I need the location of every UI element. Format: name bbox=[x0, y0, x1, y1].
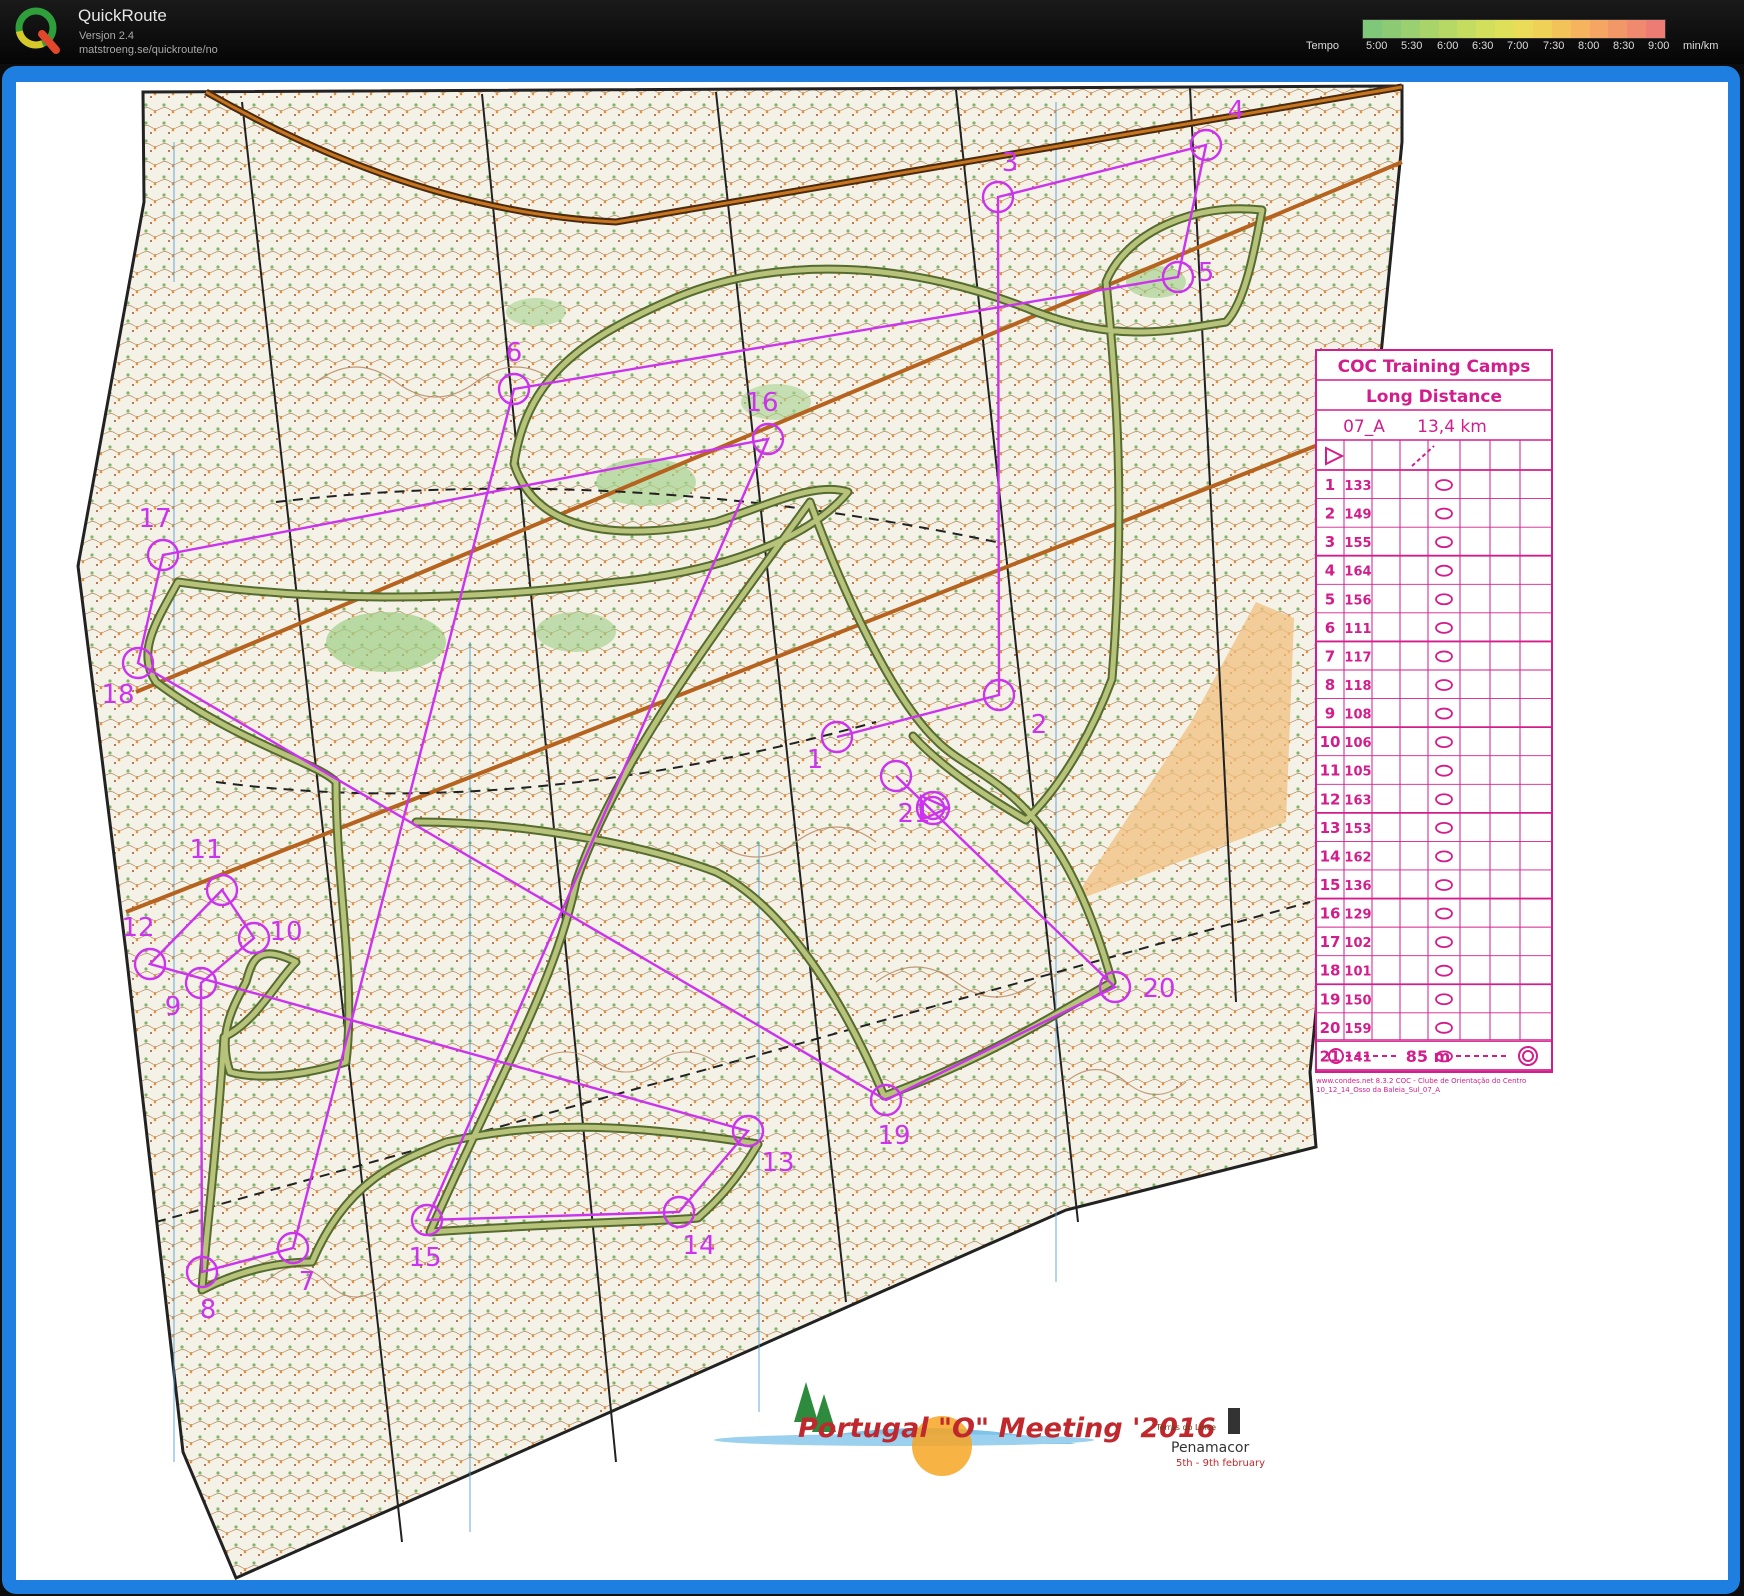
sheet-row-number: 10 bbox=[1320, 733, 1341, 751]
sheet-row-number: 20 bbox=[1320, 1019, 1341, 1037]
control-number: 13 bbox=[761, 1148, 794, 1178]
sheet-row-code: 105 bbox=[1344, 765, 1371, 780]
sheet-row-number: 14 bbox=[1320, 847, 1341, 865]
sheet-row-number: 17 bbox=[1320, 933, 1341, 951]
sheet-row-code: 162 bbox=[1344, 850, 1371, 865]
tempo-label: Tempo bbox=[1306, 40, 1340, 52]
sheet-row-code: 163 bbox=[1344, 793, 1371, 808]
control-number: 17 bbox=[138, 504, 171, 534]
tower-icon bbox=[1228, 1408, 1240, 1434]
tempo-color-scale bbox=[1362, 19, 1666, 39]
title-bar: QuickRoute Versjon 2.4 matstroeng.se/qui… bbox=[0, 0, 1744, 64]
tempo-tick: 6:00 bbox=[1437, 40, 1459, 52]
app-url: matstroeng.se/quickroute/no bbox=[79, 44, 218, 56]
sheet-row-code: 159 bbox=[1344, 1022, 1371, 1037]
sheet-subtitle: Long Distance bbox=[1366, 387, 1502, 407]
sheet-row-code: 111 bbox=[1344, 622, 1371, 637]
event-dates: 5th - 9th february bbox=[1176, 1458, 1265, 1469]
sheet-row-number: 11 bbox=[1320, 762, 1341, 780]
tempo-tick: 5:30 bbox=[1401, 40, 1423, 52]
control-number: 11 bbox=[189, 835, 222, 865]
sheet-row-code: 155 bbox=[1344, 536, 1371, 551]
tempo-tick: 6:30 bbox=[1472, 40, 1494, 52]
control-number: 8 bbox=[200, 1295, 217, 1325]
control-number: 19 bbox=[877, 1121, 910, 1151]
event-logo: Portugal "O" Meeting '2016 Terras do Lin… bbox=[714, 1382, 1265, 1476]
sheet-row-number: 3 bbox=[1325, 533, 1335, 551]
control-number: 21 bbox=[897, 799, 930, 829]
sheet-row-number: 16 bbox=[1320, 905, 1341, 923]
tempo-tick: 9:00 bbox=[1648, 40, 1670, 52]
control-number: 16 bbox=[745, 388, 778, 418]
sheet-row-code: 141 bbox=[1344, 1050, 1371, 1065]
control-number: 6 bbox=[506, 338, 523, 368]
sheet-row-number: 19 bbox=[1320, 990, 1341, 1008]
sheet-row-number: 4 bbox=[1325, 562, 1335, 580]
sheet-row-code: 118 bbox=[1344, 679, 1371, 694]
sheet-title: COC Training Camps bbox=[1338, 357, 1531, 377]
app-title: QuickRoute bbox=[78, 6, 167, 25]
control-number: 2 bbox=[1031, 710, 1048, 740]
sheet-row-code: 149 bbox=[1344, 508, 1371, 523]
control-number: 14 bbox=[682, 1231, 715, 1261]
control-number: 10 bbox=[269, 917, 302, 947]
sheet-row-number: 13 bbox=[1320, 819, 1341, 837]
sheet-row-number: 2 bbox=[1325, 505, 1335, 523]
sheet-row-number: 9 bbox=[1325, 705, 1335, 723]
sheet-row-code: 133 bbox=[1344, 479, 1371, 494]
sheet-row-code: 117 bbox=[1344, 650, 1371, 665]
control-number: 9 bbox=[165, 992, 182, 1022]
tempo-unit: min/km bbox=[1683, 40, 1719, 52]
map-canvas[interactable]: 1 2 3 4 5 6 7 8 9 10 11 12 13 14 15 16 17 18 19 20 21 COC Tr… bbox=[16, 82, 1728, 1580]
orienteering-map[interactable]: 123456789101112131415161718192021 COC Tr… bbox=[16, 82, 1728, 1580]
sheet-row-code: 106 bbox=[1344, 736, 1371, 751]
sheet-row-code: 101 bbox=[1344, 965, 1371, 980]
control-number: 4 bbox=[1228, 96, 1245, 126]
sheet-footer-line2: 10_12_14_Osso da Baleia_Sul_07_A bbox=[1316, 1086, 1440, 1094]
map-terrain bbox=[76, 83, 1404, 1580]
sheet-row-code: 156 bbox=[1344, 593, 1371, 608]
sheet-row-code: 150 bbox=[1344, 993, 1371, 1008]
event-title: Portugal "O" Meeting '2016 bbox=[798, 1413, 1216, 1444]
tempo-tick: 8:30 bbox=[1613, 40, 1635, 52]
sheet-length: 13,4 km bbox=[1417, 417, 1487, 437]
quickroute-logo-icon bbox=[15, 7, 60, 54]
control-description-sheet: COC Training Camps Long Distance 07_A 13… bbox=[1315, 349, 1553, 1094]
event-badge: Terras do Lince bbox=[1155, 1423, 1216, 1432]
control-number: 3 bbox=[1002, 148, 1019, 178]
sheet-row-number: 15 bbox=[1320, 876, 1341, 894]
sheet-course: 07_A bbox=[1343, 417, 1385, 437]
sheet-row-code: 153 bbox=[1344, 822, 1371, 837]
tempo-tick: 7:30 bbox=[1543, 40, 1565, 52]
sheet-row-number: 1 bbox=[1325, 476, 1335, 494]
sheet-row-number: 5 bbox=[1325, 590, 1335, 608]
event-town: Penamacor bbox=[1171, 1440, 1249, 1456]
control-number: 5 bbox=[1198, 258, 1215, 288]
tempo-tick: 8:00 bbox=[1578, 40, 1600, 52]
sheet-row-number: 7 bbox=[1325, 647, 1335, 665]
sheet-row-code: 102 bbox=[1344, 936, 1371, 951]
sheet-row-number: 8 bbox=[1325, 676, 1335, 694]
control-number: 20 bbox=[1142, 974, 1175, 1004]
control-number: 18 bbox=[101, 680, 134, 710]
tempo-tick: 5:00 bbox=[1366, 40, 1388, 52]
sheet-row-number: 12 bbox=[1320, 790, 1341, 808]
sheet-row-code: 129 bbox=[1344, 908, 1371, 923]
app-version: Versjon 2.4 bbox=[79, 30, 135, 42]
sheet-row-number: 6 bbox=[1325, 619, 1335, 637]
control-number: 1 bbox=[807, 745, 824, 775]
sheet-row-code: 108 bbox=[1344, 708, 1371, 723]
finish-distance: 85 m bbox=[1406, 1047, 1451, 1066]
control-number: 15 bbox=[408, 1243, 441, 1273]
sheet-row-code: 136 bbox=[1344, 879, 1371, 894]
control-number: 7 bbox=[299, 1267, 316, 1297]
control-number: 12 bbox=[121, 913, 154, 943]
sheet-row-code: 164 bbox=[1344, 565, 1371, 580]
tempo-tick: 7:00 bbox=[1507, 40, 1529, 52]
sheet-footer-line1: www.condes.net 8.3.2 COC - Clube de Orie… bbox=[1316, 1077, 1526, 1085]
sheet-row-number: 18 bbox=[1320, 962, 1341, 980]
